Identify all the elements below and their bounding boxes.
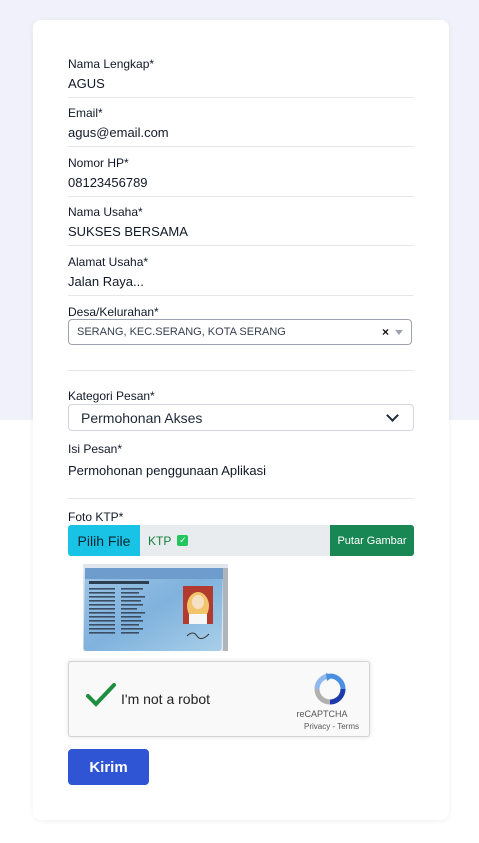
kategori-label: Kategori Pesan* [68, 389, 155, 403]
file-name: KTP [148, 533, 172, 548]
desa-label: Desa/Kelurahan* [68, 305, 159, 319]
alamat-usaha-input[interactable]: Jalan Raya... [68, 274, 414, 296]
kategori-selected-value: Permohonan Akses [81, 409, 203, 426]
isi-pesan-textarea[interactable]: Permohonan penggunaan Aplikasi [68, 463, 414, 484]
nama-lengkap-input[interactable]: AGUS [68, 76, 414, 98]
file-upload-row: Pilih File KTP ✓ Putar Gambar [68, 525, 414, 556]
recaptcha-logo-icon [314, 673, 346, 705]
field-nomor-hp[interactable]: Nomor HP* 08123456789 [68, 156, 414, 197]
chevron-down-icon [386, 409, 399, 422]
foto-ktp-label: Foto KTP* [68, 510, 124, 524]
recaptcha-links: Privacy - Terms [304, 722, 359, 731]
terms-link[interactable]: Terms [337, 722, 359, 731]
email-input[interactable]: agus@email.com [68, 125, 414, 147]
nomor-hp-input[interactable]: 08123456789 [68, 175, 414, 197]
submit-button[interactable]: Kirim [68, 749, 149, 785]
recaptcha-text: I'm not a robot [121, 691, 211, 707]
form-card: Nama Lengkap* AGUS Email* agus@email.com… [33, 20, 449, 820]
nama-lengkap-label: Nama Lengkap* [68, 57, 155, 71]
recaptcha-brand: reCAPTCHA [296, 709, 348, 719]
nama-usaha-label: Nama Usaha* [68, 205, 143, 219]
field-nama-usaha[interactable]: Nama Usaha* SUKSES BERSAMA [68, 205, 414, 246]
desa-select[interactable]: SERANG, KEC.SERANG, KOTA SERANG × [68, 319, 412, 345]
field-isi-pesan[interactable]: Isi Pesan* Permohonan penggunaan Aplikas… [68, 442, 414, 484]
nama-usaha-input[interactable]: SUKSES BERSAMA [68, 224, 414, 246]
field-nama-lengkap[interactable]: Nama Lengkap* AGUS [68, 57, 414, 98]
field-kategori: Kategori Pesan* [68, 389, 414, 403]
ktp-preview-image [83, 564, 228, 651]
caret-down-icon[interactable] [395, 329, 403, 335]
field-alamat-usaha[interactable]: Alamat Usaha* Jalan Raya... [68, 255, 414, 296]
rotate-image-button[interactable]: Putar Gambar [330, 525, 414, 556]
kategori-select[interactable]: Permohonan Akses [68, 404, 414, 431]
clear-icon[interactable]: × [382, 325, 389, 339]
email-label: Email* [68, 106, 103, 120]
alamat-usaha-label: Alamat Usaha* [68, 255, 149, 269]
section-divider [68, 370, 414, 371]
desa-selected-value: SERANG, KEC.SERANG, KOTA SERANG [77, 326, 286, 338]
checkmark-icon [86, 683, 116, 707]
field-desa: Desa/Kelurahan* [68, 305, 414, 319]
file-name-display: KTP ✓ [140, 525, 330, 556]
section-divider [68, 498, 414, 499]
check-icon: ✓ [177, 535, 189, 546]
recaptcha-widget[interactable]: I'm not a robot reCAPTCHA Privacy - Term… [68, 661, 370, 737]
nomor-hp-label: Nomor HP* [68, 156, 129, 170]
field-email[interactable]: Email* agus@email.com [68, 106, 414, 147]
pick-file-button[interactable]: Pilih File [68, 525, 140, 556]
privacy-link[interactable]: Privacy [304, 722, 330, 731]
isi-pesan-label: Isi Pesan* [68, 442, 123, 456]
field-foto-ktp: Foto KTP* [68, 510, 414, 524]
